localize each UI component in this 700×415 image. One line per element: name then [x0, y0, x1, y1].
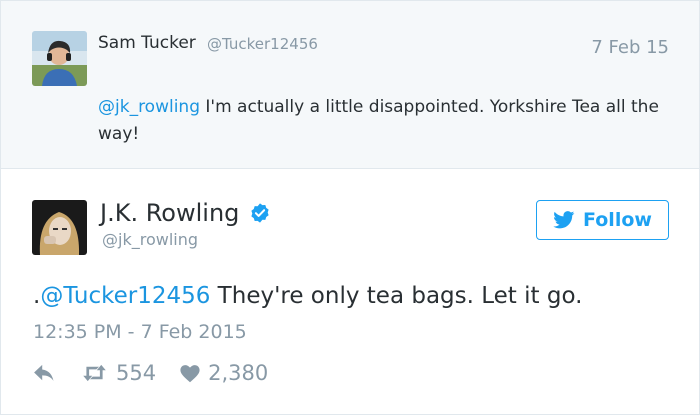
- parent-tweet-text: @jk_rowling I'm actually a little disapp…: [98, 94, 673, 148]
- retweet-count: 554: [116, 361, 157, 385]
- parent-tweet-date[interactable]: 7 Feb 15: [591, 37, 669, 58]
- follow-button[interactable]: Follow: [536, 200, 669, 240]
- parent-avatar[interactable]: [32, 31, 87, 86]
- parent-tweet[interactable]: Sam Tucker @Tucker12456 7 Feb 15 @jk_row…: [1, 1, 699, 169]
- tweet-actions: 554 2,380: [33, 359, 268, 387]
- main-avatar[interactable]: [32, 200, 87, 255]
- twitter-bird-icon: [553, 211, 575, 229]
- like-icon[interactable]: [180, 364, 200, 383]
- parent-author-handle[interactable]: @Tucker12456: [207, 35, 318, 53]
- main-mention-link[interactable]: @Tucker12456: [40, 283, 210, 309]
- like-count: 2,380: [208, 361, 269, 385]
- reply-icon[interactable]: [33, 364, 55, 382]
- main-tweet-body: They're only tea bags. Let it go.: [210, 283, 583, 309]
- main-author-handle[interactable]: @jk_rowling: [102, 230, 198, 249]
- verified-badge-icon: [249, 202, 271, 224]
- parent-mention-link[interactable]: @jk_rowling: [98, 97, 200, 117]
- main-tweet-text: .@Tucker12456 They're only tea bags. Let…: [33, 283, 582, 309]
- follow-button-label: Follow: [583, 209, 652, 231]
- parent-author-name[interactable]: Sam Tucker: [98, 33, 196, 53]
- retweet-icon[interactable]: [81, 363, 108, 383]
- tweet-timestamp[interactable]: 12:35 PM - 7 Feb 2015: [33, 321, 247, 343]
- tweet-embed: Sam Tucker @Tucker12456 7 Feb 15 @jk_row…: [0, 0, 700, 415]
- main-author-name[interactable]: J.K. Rowling: [100, 199, 239, 227]
